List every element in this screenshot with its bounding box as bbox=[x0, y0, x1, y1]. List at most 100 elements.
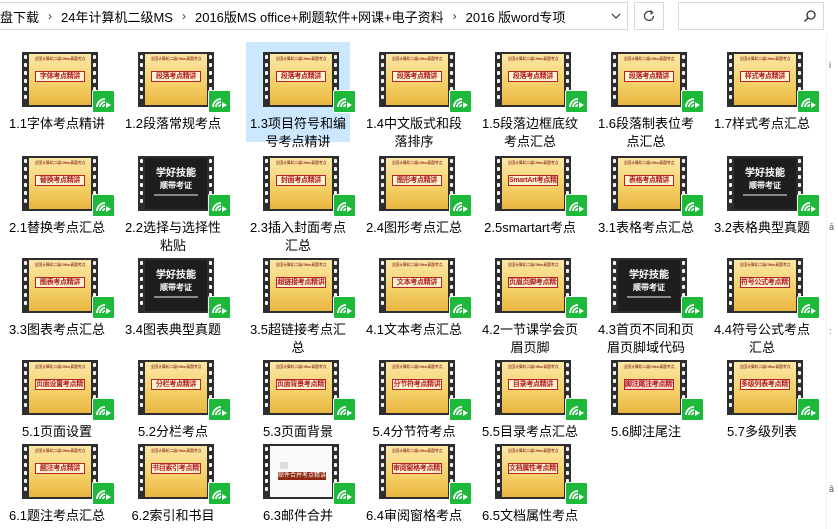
file-item[interactable]: 全国计算机二级Office真题考点 脚注尾注考点精讲 5.6脚注尾注 bbox=[594, 350, 704, 439]
film-hole bbox=[93, 371, 96, 375]
file-item[interactable]: 全国计算机二级Office真题考点 分节符考点精讲 5.4分节符考点 bbox=[362, 350, 472, 439]
file-item[interactable]: 邮件合并考点精讲 6.3邮件合并 bbox=[246, 434, 356, 524]
film-hole bbox=[209, 269, 212, 273]
film-strip bbox=[263, 52, 270, 107]
file-item[interactable]: 全国计算机二级Office真题考点 段落考点精讲 1.2段落常规考点 bbox=[121, 42, 231, 142]
video-player-app-icon bbox=[681, 90, 704, 113]
address-history-dropdown[interactable] bbox=[604, 2, 628, 30]
film-hole bbox=[265, 395, 268, 399]
slide-header-text: 全国计算机二级Office真题考点 bbox=[275, 56, 327, 61]
film-hole bbox=[798, 371, 801, 375]
film-hole bbox=[613, 395, 616, 399]
film-hole bbox=[265, 183, 268, 187]
film-hole bbox=[566, 447, 569, 451]
slide-banner: 书目索引考点精讲 bbox=[151, 463, 201, 474]
video-player-app-icon bbox=[208, 194, 231, 217]
file-item[interactable]: 学好技能 顺带考证 2.2选择与选择性粘贴 bbox=[121, 146, 231, 253]
film-hole bbox=[209, 63, 212, 67]
file-item[interactable]: 全国计算机二级Office真题考点 页面设置考点精讲 5.1页面设置 bbox=[5, 350, 115, 439]
film-hole bbox=[381, 479, 384, 483]
film-hole bbox=[209, 79, 212, 83]
film-hole bbox=[729, 191, 732, 195]
file-item[interactable]: 全国计算机二级Office真题考点 页眉页脚考点精讲 4.2一节课学会页眉页脚 bbox=[478, 248, 588, 355]
file-item[interactable]: 全国计算机二级Office真题考点 段落考点精讲 1.3项目符号和编号考点精讲 bbox=[246, 42, 356, 149]
file-item[interactable]: 学好技能 顺带考证 3.2表格典型真题 bbox=[710, 146, 820, 246]
slide-header-text: 全国计算机二级Office真题考点 bbox=[507, 364, 559, 369]
file-item[interactable]: 全国计算机二级Office真题考点 样式考点精讲 1.7样式考点汇总 bbox=[710, 42, 820, 142]
film-hole bbox=[729, 79, 732, 83]
file-item[interactable]: 全国计算机二级Office真题考点 审阅窗格考点精讲 6.4审阅窗格考点 bbox=[362, 434, 472, 524]
film-hole bbox=[450, 447, 453, 451]
file-item[interactable]: 全国计算机二级Office真题考点 表格考点精讲 3.1表格考点汇总 bbox=[594, 146, 704, 246]
slide-header-text: 全国计算机二级Office真题考点 bbox=[739, 56, 791, 61]
breadcrumb-1[interactable]: 24年计算机二级MS bbox=[61, 7, 179, 26]
breadcrumb-separator-icon[interactable]: › bbox=[45, 9, 61, 23]
film-hole bbox=[381, 79, 384, 83]
search-icon[interactable] bbox=[803, 9, 817, 23]
film-strip bbox=[263, 444, 270, 499]
video-player-app-icon bbox=[333, 296, 356, 319]
file-item[interactable]: 学好技能 顺带考证 3.4图表典型真题 bbox=[121, 248, 231, 348]
refresh-button[interactable] bbox=[634, 2, 664, 30]
video-thumbnail: 全国计算机二级Office真题考点 表格考点精讲 bbox=[611, 156, 687, 211]
file-item[interactable]: 全国计算机二级Office真题考点 封面考点精讲 2.3插入封面考点汇总 bbox=[246, 146, 356, 253]
thumbnail-frame: 全国计算机二级Office真题考点 符号公式考点精讲 bbox=[734, 260, 796, 311]
film-hole bbox=[497, 183, 500, 187]
film-hole bbox=[209, 175, 212, 179]
film-hole bbox=[140, 471, 143, 475]
breadcrumb-0[interactable]: 盘下载 bbox=[0, 7, 45, 26]
film-hole bbox=[450, 455, 453, 459]
slide-banner: 封面考点精讲 bbox=[276, 175, 326, 186]
file-item[interactable]: 全国计算机二级Office真题考点 SmartArt考点精讲 2.5smartart… bbox=[478, 146, 588, 246]
video-thumbnail: 全国计算机二级Office真题考点 文档属性考点精讲 bbox=[495, 444, 571, 499]
file-item[interactable]: 全国计算机二级Office真题考点 图表考点精讲 3.3图表考点汇总 bbox=[5, 248, 115, 348]
file-item[interactable]: 全国计算机二级Office真题考点 文本考点精讲 4.1文本考点汇总 bbox=[362, 248, 472, 348]
film-hole bbox=[334, 175, 337, 179]
breadcrumb-2[interactable]: 2016版MS office+刷题软件+网课+电子资料 bbox=[195, 7, 450, 26]
film-hole bbox=[497, 277, 500, 281]
film-hole bbox=[613, 363, 616, 367]
thumbnail-frame: 全国计算机二级Office真题考点 题注考点精讲 bbox=[29, 446, 91, 497]
file-item[interactable]: 全国计算机二级Office真题考点 题注考点精讲 6.1题注考点汇总 bbox=[5, 434, 115, 524]
file-item[interactable]: 全国计算机二级Office真题考点 目录考点精讲 5.5目录考点汇总 bbox=[478, 350, 588, 439]
breadcrumb-separator-icon[interactable]: › bbox=[450, 9, 466, 23]
video-thumbnail: 全国计算机二级Office真题考点 超链接考点精讲 bbox=[263, 258, 339, 313]
file-item[interactable]: 全国计算机二级Office真题考点 段落考点精讲 1.6段落制表位考点汇总 bbox=[594, 42, 704, 149]
film-hole bbox=[209, 55, 212, 59]
file-item[interactable]: 学好技能 顺带考证 4.3首页不同和页眉页脚域代码 bbox=[594, 248, 704, 355]
film-hole bbox=[381, 363, 384, 367]
file-item[interactable]: 全国计算机二级Office真题考点 段落考点精讲 1.4中文版式和段落排序 bbox=[362, 42, 472, 149]
file-item[interactable]: 全国计算机二级Office真题考点 字体考点精讲 1.1字体考点精讲 bbox=[5, 42, 115, 142]
slide-header-text: 全国计算机二级Office真题考点 bbox=[34, 262, 86, 267]
film-hole bbox=[265, 167, 268, 171]
film-hole bbox=[729, 277, 732, 281]
file-item[interactable]: 全国计算机二级Office真题考点 书目索引考点精讲 6.2索引和书目 bbox=[121, 434, 231, 524]
file-item[interactable]: 全国计算机二级Office真题考点 符号公式考点精讲 4.4符号公式考点汇总 bbox=[710, 248, 820, 355]
film-hole bbox=[24, 293, 27, 297]
file-item[interactable]: 全国计算机二级Office真题考点 文档属性考点精讲 6.5文档属性考点 bbox=[478, 434, 588, 524]
film-hole bbox=[566, 277, 569, 281]
film-hole bbox=[497, 199, 500, 203]
thumbnail-frame: 全国计算机二级Office真题考点 段落考点精讲 bbox=[618, 54, 680, 105]
thumbnail-frame: 全国计算机二级Office真题考点 页面背景考点精讲 bbox=[270, 362, 332, 413]
file-item[interactable]: 全国计算机二级Office真题考点 页面背景考点精讲 5.3页面背景 bbox=[246, 350, 356, 439]
address-bar[interactable]: 盘下载 › 24年计算机二级MS › 2016版MS office+刷题软件+网… bbox=[0, 2, 628, 30]
file-item[interactable]: 全国计算机二级Office真题考点 替换考点精讲 2.1替换考点汇总 bbox=[5, 146, 115, 246]
film-strip bbox=[138, 444, 145, 499]
film-hole bbox=[140, 455, 143, 459]
film-strip bbox=[611, 156, 618, 211]
slide-header-text: 全国计算机二级Office真题考点 bbox=[391, 262, 443, 267]
breadcrumb-3[interactable]: 2016 版word专项 bbox=[466, 7, 572, 26]
video-player-app-icon bbox=[92, 194, 115, 217]
film-hole bbox=[682, 371, 685, 375]
search-box[interactable] bbox=[678, 2, 824, 30]
file-item[interactable]: 全国计算机二级Office真题考点 分栏考点精讲 5.2分栏考点 bbox=[121, 350, 231, 439]
file-item[interactable]: 全国计算机二级Office真题考点 段落考点精讲 1.5段落边框底纹考点汇总 bbox=[478, 42, 588, 149]
file-item[interactable]: 全国计算机二级Office真题考点 图形考点精讲 2.4图形考点汇总 bbox=[362, 146, 472, 246]
film-hole bbox=[613, 301, 616, 305]
file-item[interactable]: 全国计算机二级Office真题考点 超链接考点精讲 3.5超链接考点汇总 bbox=[246, 248, 356, 355]
film-hole bbox=[24, 269, 27, 273]
breadcrumb-separator-icon[interactable]: › bbox=[179, 9, 195, 23]
film-hole bbox=[265, 63, 268, 67]
file-item[interactable]: 全国计算机二级Office真题考点 多级列表考点精讲 5.7多级列表 bbox=[710, 350, 820, 439]
